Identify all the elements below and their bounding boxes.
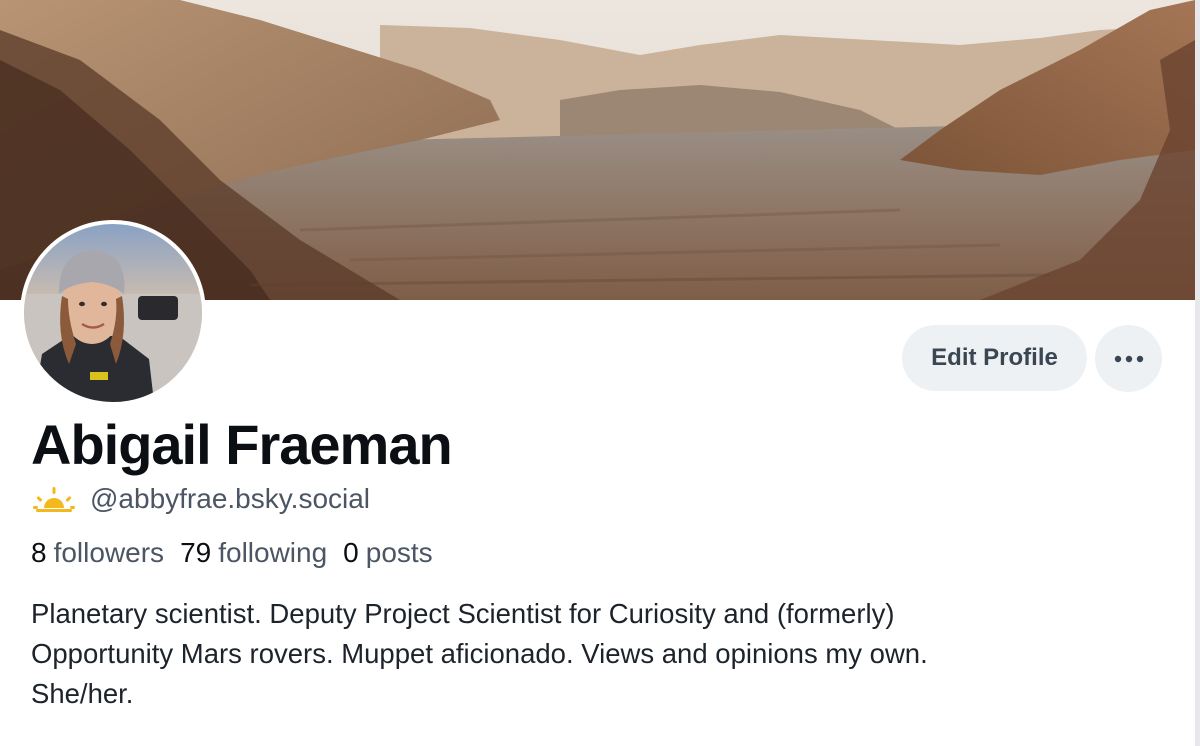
profile-handle: @abbyfrae.bsky.social	[90, 483, 371, 514]
profile-bio: Planetary scientist. Deputy Project Scie…	[31, 598, 928, 709]
profile-handle-row: @abbyfrae.bsky.social	[32, 483, 370, 515]
profile-stats: 8 followers 79 following 0 posts	[31, 537, 433, 569]
profile-avatar[interactable]	[20, 220, 206, 406]
avatar-photo	[24, 224, 202, 402]
followers-label: followers	[53, 537, 165, 568]
following-count: 79	[180, 537, 212, 568]
scrollbar-track[interactable]	[1195, 0, 1200, 746]
posts-label: posts	[365, 537, 433, 568]
following-label: following	[218, 537, 328, 568]
more-options-button[interactable]	[1095, 325, 1162, 392]
posts-stat: 0 posts	[343, 537, 433, 569]
posts-count: 0	[343, 537, 359, 568]
sunrise-icon	[33, 487, 75, 512]
following-link[interactable]: 79 following	[180, 537, 327, 569]
profile-display-name: Abigail Fraeman	[31, 413, 453, 476]
followers-count: 8	[31, 537, 47, 568]
followers-link[interactable]: 8 followers	[31, 537, 164, 569]
edit-profile-button[interactable]: Edit Profile	[902, 325, 1087, 391]
more-horizontal-icon	[1114, 355, 1143, 362]
